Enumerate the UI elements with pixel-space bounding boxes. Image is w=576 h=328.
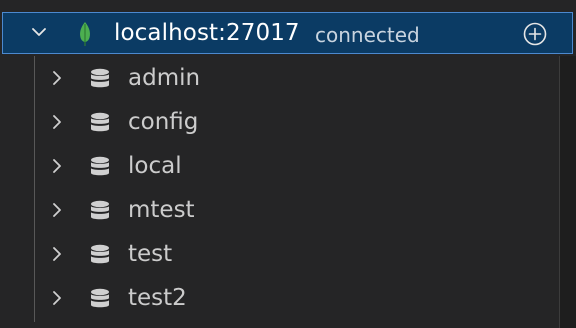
database-label: local: [128, 153, 182, 179]
database-item-mtest[interactable]: mtest: [0, 189, 560, 233]
adjacent-panel-edge: [560, 56, 576, 328]
database-label: mtest: [128, 197, 195, 223]
database-label: config: [128, 109, 199, 135]
chevron-right-icon[interactable]: [50, 291, 64, 305]
database-item-admin[interactable]: admin: [0, 57, 560, 101]
database-icon: [90, 68, 110, 90]
mongodb-connections-panel: localhost:27017 connected admin config l…: [0, 0, 576, 328]
chevron-right-icon[interactable]: [50, 115, 64, 129]
chevron-down-icon[interactable]: [32, 25, 46, 39]
database-label: admin: [128, 65, 201, 91]
connection-status-label: connected: [315, 23, 420, 47]
chevron-right-icon[interactable]: [50, 247, 64, 261]
chevron-right-icon[interactable]: [50, 159, 64, 173]
connection-row[interactable]: localhost:27017 connected: [2, 12, 573, 54]
database-icon: [90, 244, 110, 266]
add-circle-icon[interactable]: [522, 21, 548, 47]
mongodb-leaf-icon: [77, 21, 93, 47]
chevron-right-icon[interactable]: [50, 71, 64, 85]
connection-host-label: localhost:27017: [114, 20, 300, 46]
database-item-config[interactable]: config: [0, 101, 560, 145]
chevron-right-icon[interactable]: [50, 203, 64, 217]
database-icon: [90, 288, 110, 310]
database-item-local[interactable]: local: [0, 145, 560, 189]
database-icon: [90, 200, 110, 222]
database-label: test2: [128, 285, 187, 311]
database-icon: [90, 112, 110, 134]
database-item-test[interactable]: test: [0, 233, 560, 277]
database-label: test: [128, 241, 173, 267]
database-item-test2[interactable]: test2: [0, 277, 560, 321]
previous-row-cut-off: [0, 0, 576, 6]
database-icon: [90, 156, 110, 178]
